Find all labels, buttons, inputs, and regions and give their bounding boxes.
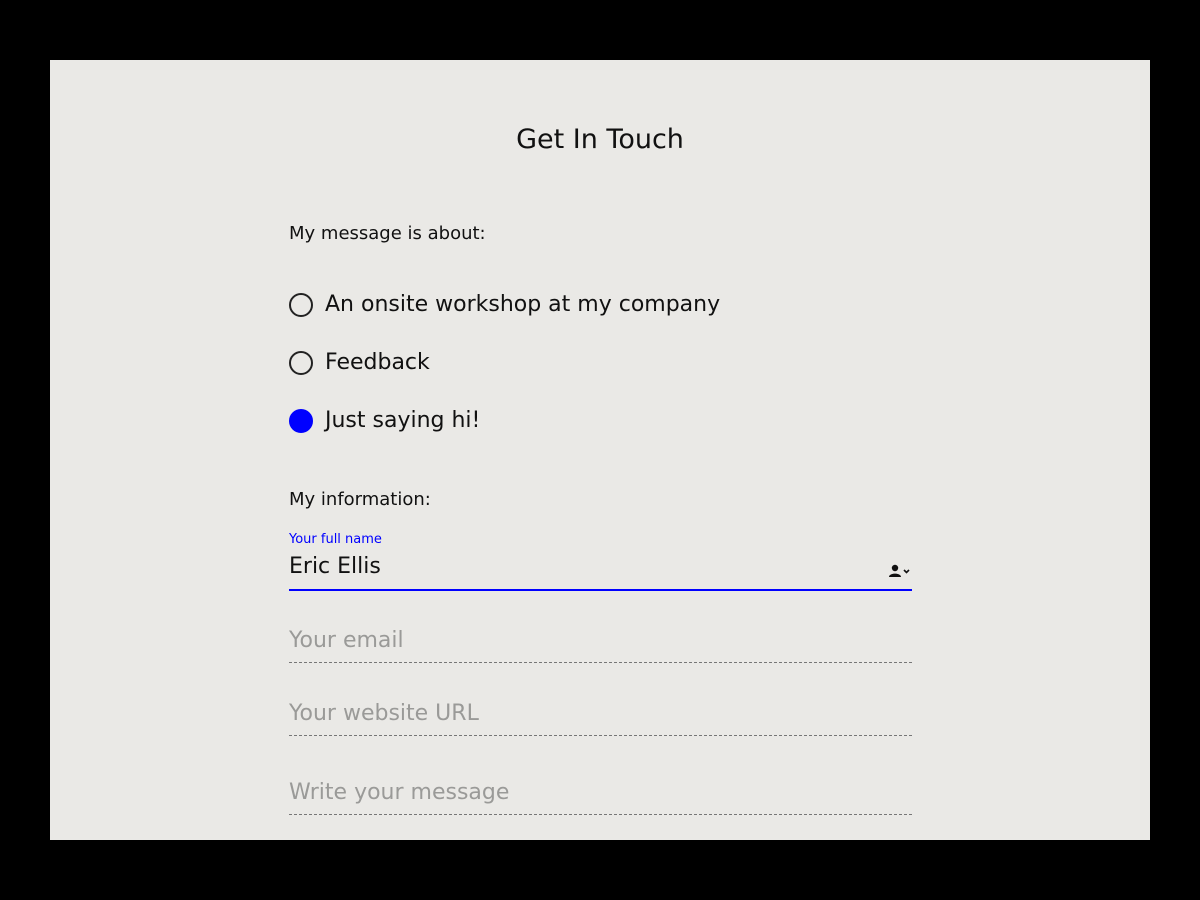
full-name-label: Your full name	[289, 532, 382, 547]
website-url-input[interactable]	[289, 699, 879, 729]
website-field	[289, 699, 912, 739]
radio-option-just-saying-hi[interactable]: Just saying hi!	[289, 406, 480, 436]
topic-section-label: My message is about:	[289, 223, 486, 244]
radio-option-workshop[interactable]: An onsite workshop at my company	[289, 290, 720, 320]
message-field	[289, 778, 912, 818]
radio-circle-selected-icon[interactable]	[289, 409, 313, 433]
radio-option-label: An onsite workshop at my company	[325, 292, 721, 317]
full-name-underline	[289, 589, 912, 591]
full-name-field: Your full name	[289, 532, 912, 592]
radio-circle-icon[interactable]	[289, 293, 313, 317]
radio-option-label: Just saying hi!	[325, 408, 481, 433]
radio-option-label: Feedback	[325, 350, 430, 375]
page-title: Get In Touch	[516, 124, 684, 155]
email-underline	[289, 662, 912, 663]
radio-circle-icon[interactable]	[289, 351, 313, 375]
message-underline	[289, 814, 912, 815]
info-section-label: My information:	[289, 489, 431, 510]
radio-option-feedback[interactable]: Feedback	[289, 348, 430, 378]
email-field	[289, 626, 912, 666]
message-input[interactable]	[289, 778, 879, 808]
contact-autofill-icon[interactable]	[886, 562, 912, 580]
contact-form-panel: Get In Touch My message is about: An ons…	[50, 60, 1150, 840]
email-input[interactable]	[289, 626, 879, 656]
full-name-input[interactable]	[289, 552, 879, 582]
website-underline	[289, 735, 912, 736]
